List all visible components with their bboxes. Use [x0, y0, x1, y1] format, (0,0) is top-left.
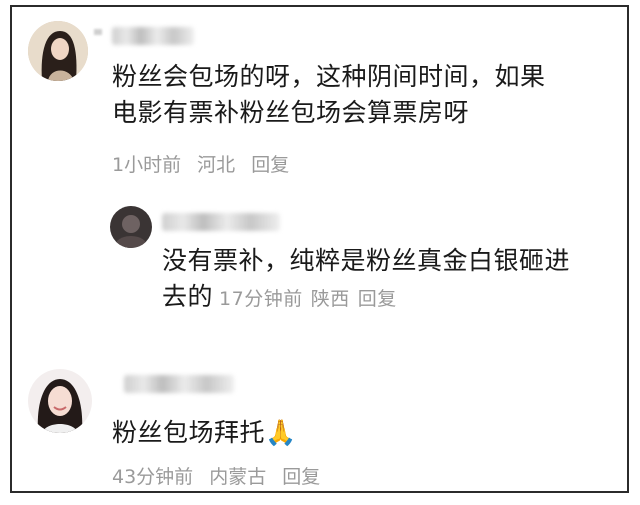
comment-2-meta: 43分钟前 内蒙古 回复 — [112, 462, 330, 489]
reply-1-line-2: 去的 17分钟前 陕西 回复 — [162, 279, 622, 317]
comment-thread-panel: 粉丝会包场的呀，这种阴间时间，如果 电影有票补粉丝包场会算票房呀 1小时前 河北… — [10, 5, 629, 493]
comment-1-location: 河北 — [197, 154, 236, 176]
commenter-2-name-masked — [124, 375, 234, 393]
comment-1-reply-button[interactable]: 回复 — [251, 154, 289, 176]
reply-1-avatar[interactable] — [110, 206, 152, 248]
reply-1-reply-button[interactable]: 回复 — [358, 288, 397, 310]
comment-2-location: 内蒙古 — [209, 466, 267, 488]
reply-1-text: 没有票补，纯粹是粉丝真金白银砸进 去的 17分钟前 陕西 回复 — [162, 243, 622, 317]
reply-1-time: 17分钟前 — [219, 288, 303, 310]
reply-1-name-masked — [162, 213, 280, 231]
comment-1-meta: 1小时前 河北 回复 — [112, 150, 299, 177]
commenter-2-avatar[interactable] — [28, 369, 92, 433]
comment-1-text: 粉丝会包场的呀，这种阴间时间，如果 电影有票补粉丝包场会算票房呀 — [112, 59, 617, 131]
comment-1-line-2: 电影有票补粉丝包场会算票房呀 — [112, 98, 470, 127]
comment-2-line: 粉丝包场拜托🙏 — [112, 418, 297, 447]
comment-1-time: 1小时前 — [112, 154, 182, 176]
reply-1-line-2-text: 去的 — [162, 282, 214, 311]
reply-1-meta: 17分钟前 陕西 回复 — [219, 288, 405, 310]
comment-2-reply-button[interactable]: 回复 — [282, 466, 320, 488]
comment-1-line-1: 粉丝会包场的呀，这种阴间时间，如果 — [112, 62, 546, 91]
avatar-woman-smiling-icon — [28, 369, 92, 433]
avatar-dark-icon — [110, 206, 152, 248]
commenter-1-name-masked — [112, 27, 194, 45]
reply-1-line-1: 没有票补，纯粹是粉丝真金白银砸进 — [162, 246, 571, 275]
comment-2-text: 粉丝包场拜托🙏 — [112, 415, 617, 451]
reply-1-location: 陕西 — [310, 288, 350, 310]
commenter-1-avatar[interactable] — [28, 21, 88, 81]
avatar-woman-icon — [28, 21, 88, 81]
masked-mark — [94, 29, 102, 35]
comment-2-time: 43分钟前 — [112, 466, 194, 488]
